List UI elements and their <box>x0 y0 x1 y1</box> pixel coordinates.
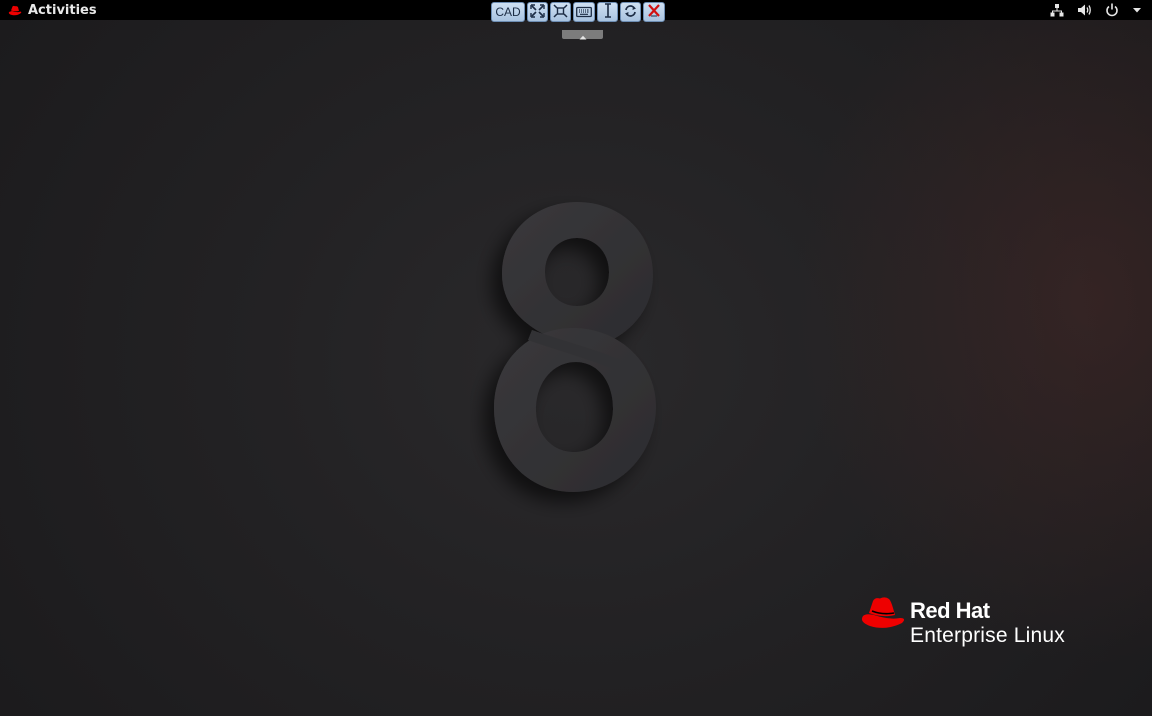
system-tray[interactable] <box>1050 0 1142 20</box>
chevron-up-icon <box>579 25 587 44</box>
brand-name: Red Hat <box>910 598 990 623</box>
activities-button[interactable]: Activities <box>8 0 97 20</box>
keyboard-icon <box>576 3 592 22</box>
fullscreen-button[interactable] <box>527 2 548 22</box>
fullscreen-icon <box>530 3 545 22</box>
power-icon[interactable] <box>1105 3 1119 17</box>
desktop: Activities CAD Red Hat Enterprise Linux <box>0 0 1152 716</box>
refresh-icon <box>623 3 638 22</box>
volume-icon[interactable] <box>1077 3 1092 17</box>
ctrl-alt-del-button[interactable]: CAD <box>491 2 525 22</box>
activities-label: Activities <box>28 2 97 18</box>
network-icon[interactable] <box>1050 3 1064 17</box>
vnc-toolbar-collapse-handle[interactable] <box>562 30 603 40</box>
vnc-toolbar: CAD <box>491 2 665 22</box>
refresh-button[interactable] <box>620 2 641 22</box>
redhat-hat-icon <box>8 5 22 16</box>
scale-button[interactable] <box>550 2 571 22</box>
wallpaper-eight-emblem <box>470 190 680 520</box>
text-cursor-icon <box>603 2 613 22</box>
clipboard-button[interactable] <box>597 2 618 22</box>
scale-icon <box>553 3 568 22</box>
disconnect-button[interactable] <box>643 2 665 22</box>
product-name: Enterprise Linux <box>910 624 1065 647</box>
disconnect-icon <box>646 3 662 22</box>
keyboard-button[interactable] <box>573 2 595 22</box>
redhat-hat-icon <box>860 596 906 636</box>
redhat-logo: Red Hat Enterprise Linux <box>860 596 1065 646</box>
menu-arrow-icon[interactable] <box>1132 6 1142 14</box>
redhat-wordmark: Red Hat Enterprise Linux <box>910 596 1065 647</box>
